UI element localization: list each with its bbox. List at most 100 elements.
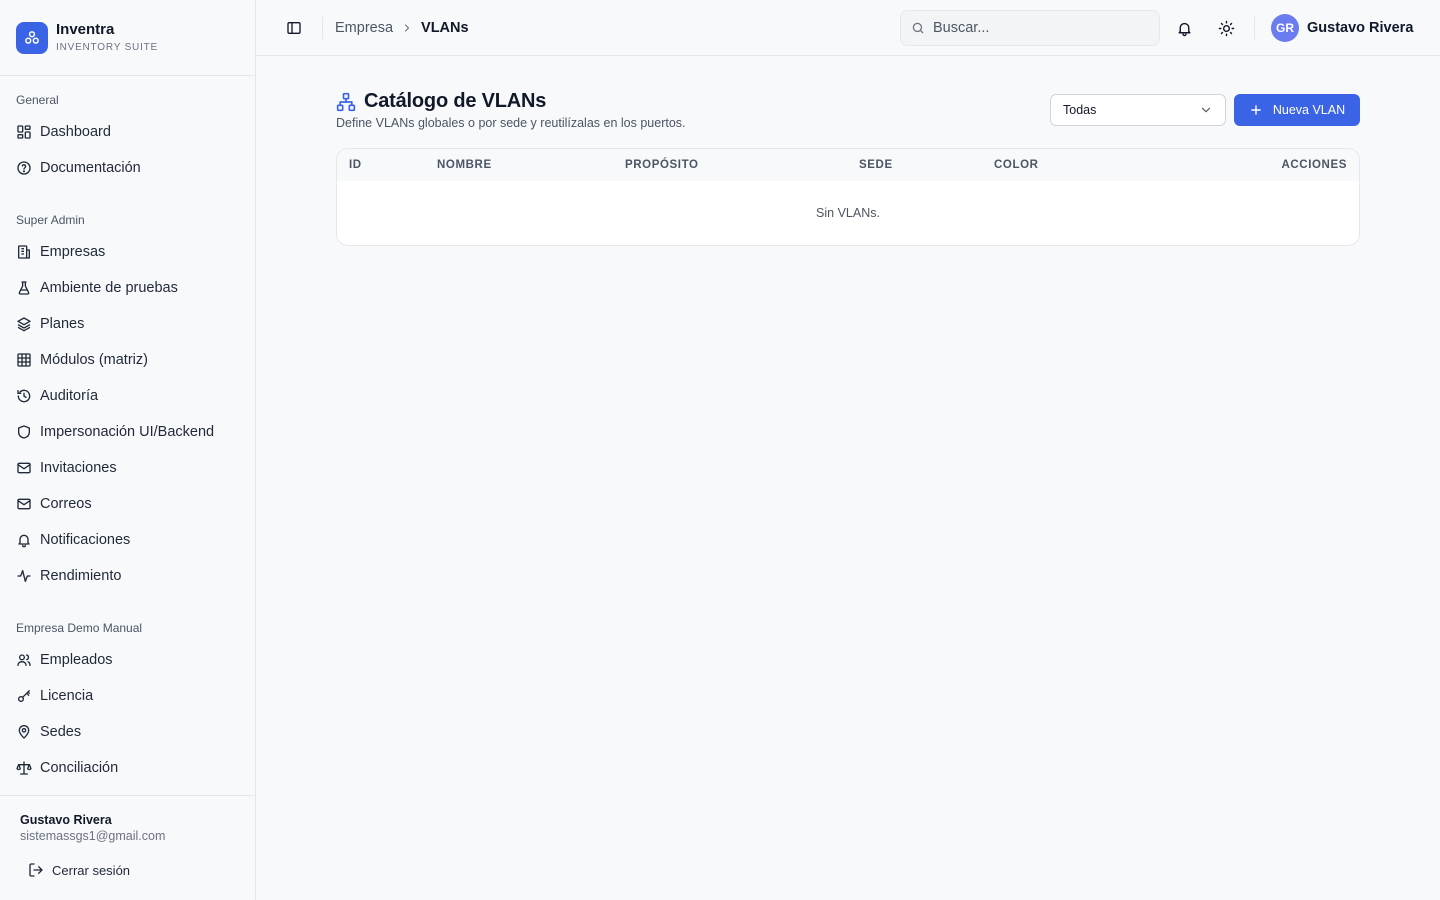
nav-section-empresa: Empresa Demo Manual (16, 621, 143, 635)
footer-user-name: Gustavo Rivera (20, 813, 112, 827)
brand-name: Inventra (56, 20, 115, 38)
sidebar-item-label: Empresas (40, 244, 106, 260)
search-input[interactable] (933, 20, 1133, 36)
table-header: ID Nombre Propósito Sede Color Acciones (337, 149, 1359, 181)
table-empty-message: Sin VLANs. (816, 206, 880, 220)
user-name: Gustavo Rivera (1307, 20, 1414, 36)
sidebar-item-invitaciones[interactable]: Invitaciones (0, 450, 255, 486)
nav-section-general: General (16, 93, 59, 107)
divider (322, 16, 323, 39)
search-icon (912, 22, 924, 34)
brand-tagline: INVENTORY SUITE (56, 41, 159, 53)
vlans-table: ID Nombre Propósito Sede Color Acciones … (336, 148, 1360, 246)
notifications-button[interactable] (1168, 12, 1200, 44)
app-logo-icon (16, 21, 48, 54)
sidebar-item-licencia[interactable]: Licencia (0, 678, 255, 714)
column-header-proposito[interactable]: Propósito (625, 149, 699, 181)
sidebar-item-label: Correos (40, 496, 92, 512)
plus-icon (1251, 105, 1261, 115)
mail-icon (17, 498, 31, 510)
search-box[interactable] (900, 10, 1160, 46)
column-header-color[interactable]: Color (994, 149, 1039, 181)
theme-toggle-button[interactable] (1210, 12, 1242, 44)
sidebar-item-label: Planes (40, 316, 85, 332)
divider (1254, 17, 1255, 39)
sidebar-item-dashboard[interactable]: Dashboard (0, 114, 255, 150)
sidebar-item-correos[interactable]: Correos (0, 486, 255, 522)
sidebar-item-label: Sedes (40, 724, 82, 740)
sidebar-item-label: Conciliación (40, 760, 119, 776)
layers-icon (17, 317, 31, 332)
breadcrumb-current: VLANs (421, 19, 469, 36)
new-vlan-label: Nueva VLAN (1272, 103, 1346, 117)
sidebar-nav: General Dashboard Documentación Super Ad… (0, 76, 255, 795)
sidebar-item-documentacion[interactable]: Documentación (0, 150, 255, 186)
sede-filter-select[interactable]: Todas (1050, 94, 1226, 126)
sidebar-item-label: Rendimiento (40, 568, 122, 584)
page-title: Catálogo de VLANs (364, 90, 547, 112)
logout-label: Cerrar sesión (52, 862, 131, 878)
users-icon (17, 654, 31, 666)
new-vlan-button[interactable]: Nueva VLAN (1234, 94, 1360, 126)
topbar: Empresa VLANs GR Gustavo Rivera (256, 0, 1440, 56)
flask-icon (18, 281, 30, 295)
column-header-sede[interactable]: Sede (859, 149, 893, 181)
breadcrumb: Empresa VLANs (335, 20, 469, 36)
bell-icon (18, 534, 30, 548)
sidebar-item-label: Documentación (40, 160, 141, 176)
nav-section-super-admin: Super Admin (16, 213, 85, 227)
page-subtitle: Define VLANs globales o por sede y reuti… (336, 116, 686, 130)
sidebar-item-sedes[interactable]: Sedes (0, 714, 255, 750)
brand[interactable]: Inventra INVENTORY SUITE (0, 0, 255, 76)
sidebar-item-label: Invitaciones (40, 460, 117, 476)
sidebar-item-conciliacion[interactable]: Conciliación (0, 750, 255, 786)
logout-icon (29, 863, 43, 877)
network-icon (336, 92, 356, 111)
sidebar-item-label: Impersonación UI/Backend (40, 424, 215, 440)
panel-left-icon (287, 21, 301, 34)
map-pin-icon (18, 725, 30, 739)
scale-icon (16, 761, 32, 775)
sidebar: Inventra INVENTORY SUITE General Dashboa… (0, 0, 256, 900)
dashboard-icon (17, 125, 31, 139)
sidebar-item-label: Auditoría (40, 388, 99, 404)
sidebar-item-planes[interactable]: Planes (0, 306, 255, 342)
grid-icon (17, 353, 31, 367)
logout-button[interactable]: Cerrar sesión (28, 860, 235, 880)
user-menu[interactable]: GR Gustavo Rivera (1271, 14, 1413, 42)
page-header: Catálogo de VLANs Define VLANs globales … (336, 56, 1360, 148)
sidebar-item-empleados[interactable]: Empleados (0, 642, 255, 678)
sidebar-item-auditoria[interactable]: Auditoría (0, 378, 255, 414)
sidebar-toggle-button[interactable] (278, 12, 310, 44)
activity-icon (17, 570, 31, 582)
shield-icon (18, 425, 30, 439)
breadcrumb-parent[interactable]: Empresa (335, 20, 393, 36)
column-header-id[interactable]: ID (349, 149, 362, 181)
chevron-right-icon (404, 23, 410, 32)
main-content: Catálogo de VLANs Define VLANs globales … (336, 56, 1360, 246)
avatar: GR (1271, 14, 1299, 42)
sidebar-item-modulos-matriz[interactable]: Módulos (matriz) (0, 342, 255, 378)
filter-value: Todas (1063, 103, 1097, 117)
sidebar-item-label: Empleados (40, 652, 113, 668)
sun-icon (1218, 20, 1234, 36)
sidebar-item-ambiente-de-pruebas[interactable]: Ambiente de pruebas (0, 270, 255, 306)
bell-icon (1177, 22, 1191, 36)
sidebar-item-impersonacion[interactable]: Impersonación UI/Backend (0, 414, 255, 450)
column-header-nombre[interactable]: Nombre (437, 149, 492, 181)
sidebar-footer: Gustavo Rivera sistemassgs1@gmail.com Ce… (0, 795, 255, 900)
sidebar-item-label: Ambiente de pruebas (40, 280, 178, 296)
sidebar-item-label: Dashboard (40, 124, 111, 140)
key-icon (18, 690, 30, 702)
help-circle-icon (17, 161, 31, 175)
footer-user-email: sistemassgs1@gmail.com (20, 829, 166, 843)
chevron-down-icon (1201, 107, 1211, 113)
sidebar-item-empresas[interactable]: Empresas (0, 234, 255, 270)
column-header-acciones: Acciones (1281, 159, 1347, 171)
sidebar-item-rendimiento[interactable]: Rendimiento (0, 558, 255, 594)
sidebar-item-notificaciones[interactable]: Notificaciones (0, 522, 255, 558)
sidebar-item-label: Licencia (40, 688, 94, 704)
mail-icon (17, 462, 31, 474)
sidebar-item-label: Módulos (matriz) (40, 352, 148, 368)
history-icon (17, 389, 31, 403)
